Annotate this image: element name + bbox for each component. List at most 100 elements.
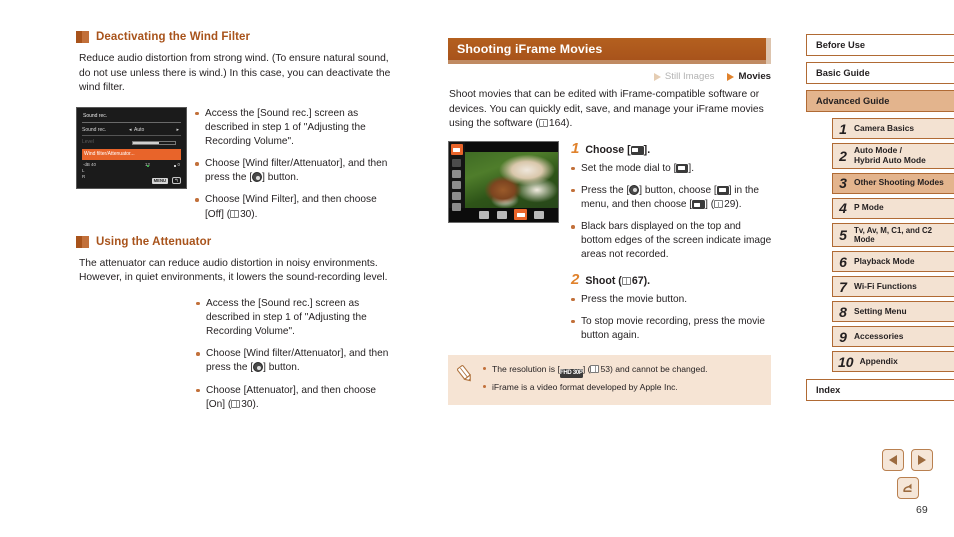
lcd-channel-l: L: [82, 168, 85, 174]
sidebar-navigation: Before Use Basic Guide Advanced Guide 1 …: [806, 34, 954, 402]
previous-page-button[interactable]: [882, 449, 904, 471]
page-ref: 29: [724, 199, 736, 211]
lcd-channel-r: R: [82, 174, 86, 180]
bullet-tail: ).: [735, 199, 742, 211]
sidebar-chapter-other-shooting-modes[interactable]: 3 Other Shooting Modes: [832, 172, 954, 194]
sidebar-chapter-camera-basics[interactable]: 1 Camera Basics: [832, 118, 954, 139]
sidebar-item-label: Advanced Guide: [816, 96, 890, 106]
step-number: 2: [571, 270, 580, 288]
title-bar-cap: [766, 38, 771, 64]
lcd-row-sound-rec: Sound rec. ◂ Auto ▸: [82, 125, 181, 136]
chapter-name: Setting Menu: [854, 306, 907, 317]
bottom-mode-icon-selected: [514, 209, 527, 221]
list-item: Choose [Wind filter/Attenuator], and the…: [196, 347, 394, 375]
sidebar-chapter-appendix[interactable]: 10 Appendix: [832, 351, 954, 373]
sidebar-item-advanced-guide[interactable]: Advanced Guide: [806, 90, 954, 112]
rail-icon-1: [452, 158, 461, 167]
list-item: Black bars displayed on the top and bott…: [571, 220, 773, 262]
page-ref: 53: [600, 363, 611, 374]
camera-screen-sound-rec: Sound rec. Sound rec. ◂ Auto ▸ Level Win…: [76, 106, 187, 189]
page-title: Shooting iFrame Movies: [457, 42, 603, 56]
bottom-mode-icon-4: [534, 210, 544, 219]
sidebar-item-label: Before Use: [816, 40, 866, 50]
step-2-row: 2 Shoot (67). Press the movie button. To…: [448, 272, 773, 343]
chapter-number: 10: [838, 353, 854, 370]
lcd-back-icon: ↰: [172, 177, 181, 185]
list-item: Choose [Attenuator], and then choose [On…: [196, 384, 394, 412]
section-marker-icon: [76, 235, 89, 248]
camera-screen-movie-mode: [448, 140, 559, 223]
note-post: ) and cannot be changed.: [610, 363, 708, 374]
list-item: Press the [] button, choose [] in the me…: [571, 184, 773, 212]
sidebar-chapter-tv-av-m-modes[interactable]: 5 Tv, Av, M, C1, and C2 Mode: [832, 222, 954, 248]
lcd-row-value: Auto: [134, 126, 145, 133]
media-type-indicators: Still Images Movies: [448, 71, 773, 82]
chapter-name: Appendix: [859, 356, 898, 367]
media-tag-movies: Movies: [727, 71, 771, 82]
rail-icon-3: [452, 180, 461, 189]
chapter-number: 8: [839, 303, 847, 320]
note-items: The resolution is [FHD 30P] (53) and can…: [483, 363, 708, 397]
movie-mode-icon: [676, 163, 689, 173]
step-1-bullets: Set the mode dial to []. Press the [] bu…: [571, 162, 773, 263]
lcd-level-slider: [132, 140, 176, 145]
section-marker-icon: [76, 31, 89, 43]
step-2-heading: 2 Shoot (67).: [571, 272, 773, 287]
lcd-menu-button: MENU: [151, 177, 168, 184]
manual-page: Deactivating the Wind Filter Reduce audi…: [0, 0, 954, 537]
page-title-bar: Shooting iFrame Movies: [448, 38, 771, 64]
sidebar-chapter-auto-mode[interactable]: 2 Auto Mode / Hybrid Auto Mode: [832, 143, 954, 169]
sidebar-chapter-p-mode[interactable]: 4 P Mode: [832, 197, 954, 219]
section-heading-attenuator: Using the Attenuator: [76, 235, 394, 248]
chapter-name: Playback Mode: [854, 256, 915, 267]
right-arrow-icon: [918, 455, 926, 465]
page-number: 69: [916, 504, 928, 516]
page-ref: 30: [241, 398, 253, 410]
sidebar-chapter-playback-mode[interactable]: 6 Playback Mode: [832, 251, 954, 273]
resolution-badge-icon: FHD 30P: [559, 368, 583, 378]
wind-filter-bullets: Access the [Sound rec.] screen as descri…: [195, 107, 394, 222]
wind-filter-panel: Sound rec. Sound rec. ◂ Auto ▸ Level Win…: [76, 106, 394, 222]
chapter-name: Other Shooting Modes: [854, 177, 944, 188]
list-item: Access the [Sound rec.] screen as descri…: [195, 107, 394, 149]
sidebar-chapter-setting-menu[interactable]: 8 Setting Menu: [832, 301, 954, 323]
sidebar-chapter-wifi-functions[interactable]: 7 Wi-Fi Functions: [832, 276, 954, 298]
media-tag-still-images: Still Images: [653, 71, 715, 82]
list-item: Set the mode dial to [].: [571, 162, 773, 176]
next-page-button[interactable]: [911, 449, 933, 471]
list-item: Choose [Wind Filter], and then choose [O…: [195, 193, 394, 221]
media-tag-label: Still Images: [664, 71, 715, 82]
sidebar-item-label: Index: [816, 385, 841, 396]
lcd-black-bar-top: [465, 141, 558, 152]
attenuator-panel: Access the [Sound rec.] screen as descri…: [76, 297, 394, 412]
sidebar-item-index[interactable]: Index: [806, 379, 954, 402]
chapter-name: Accessories: [854, 331, 904, 342]
sidebar-item-before-use[interactable]: Before Use: [806, 34, 954, 56]
page-ref-icon: [538, 119, 548, 128]
sidebar-chapter-accessories[interactable]: 9 Accessories: [832, 326, 954, 348]
lcd-right-arrow-icon: ▸: [176, 126, 179, 133]
chapter-number: 7: [839, 278, 847, 295]
chapter-number: 9: [839, 328, 847, 345]
page-ref: 30: [240, 208, 252, 220]
back-button[interactable]: [897, 477, 919, 499]
pencil-icon: [456, 364, 474, 384]
page-ref-icon: [231, 399, 241, 408]
iframe-movie-icon: [692, 200, 706, 210]
chapter-number: 4: [839, 200, 847, 217]
intro-ref: 164: [548, 118, 567, 130]
list-item: The resolution is [FHD 30P] (53) and can…: [483, 363, 708, 378]
func-set-button-icon: [253, 362, 264, 373]
chapter-name: Camera Basics: [854, 122, 915, 133]
page-ref-icon: [230, 209, 240, 218]
chapter-number: 2: [839, 147, 847, 164]
sidebar-item-basic-guide[interactable]: Basic Guide: [806, 62, 954, 84]
step-label: Choose [].: [585, 144, 650, 156]
step-1-block: 1 Choose []. Set the mode dial to []. Pr…: [567, 141, 773, 263]
chapter-number: 6: [839, 253, 847, 270]
section-intro-attenuator: The attenuator can reduce audio distorti…: [79, 257, 388, 284]
lcd-meter-tick-green: [147, 164, 149, 167]
left-column: Deactivating the Wind Filter Reduce audi…: [76, 31, 394, 424]
sample-photo-papillon-dog: [465, 151, 558, 208]
triangle-icon: [727, 72, 735, 81]
